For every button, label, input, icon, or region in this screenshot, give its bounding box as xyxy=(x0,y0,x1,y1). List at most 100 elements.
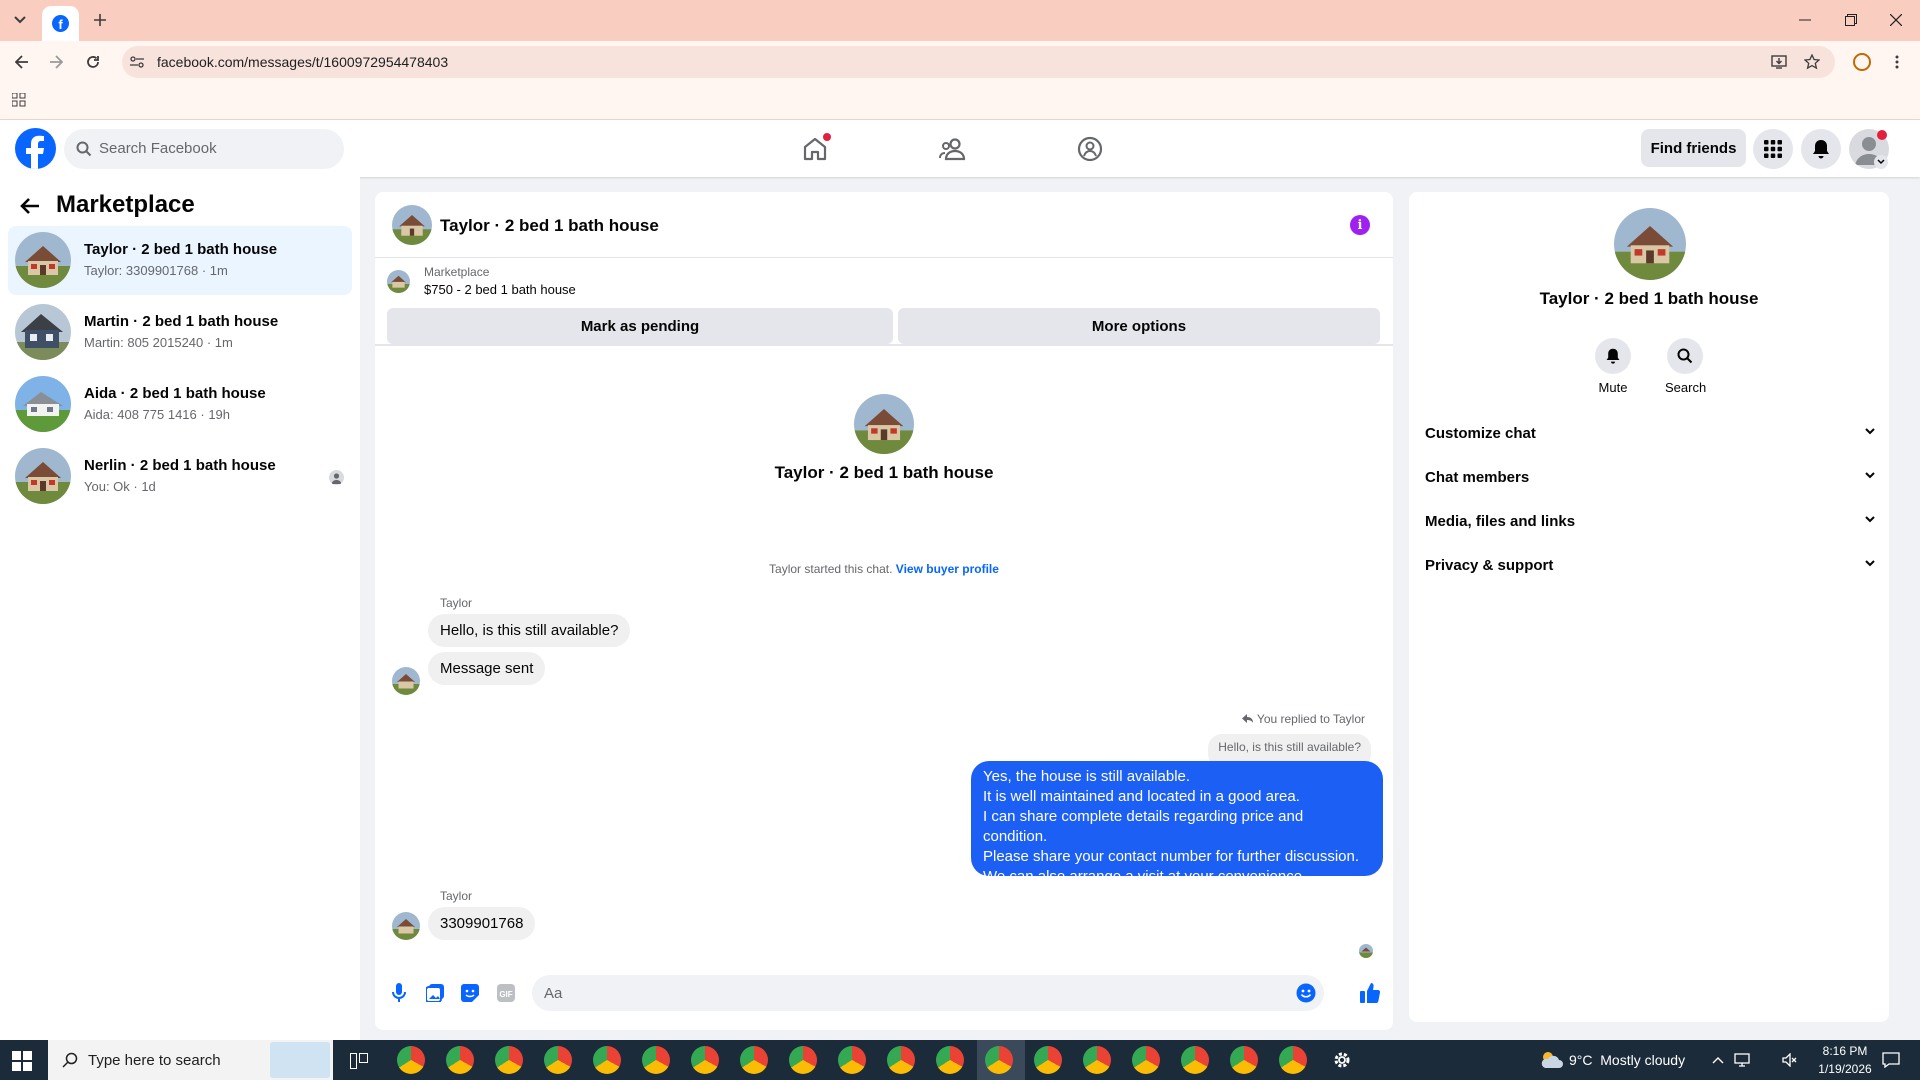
seen-avatar-icon xyxy=(329,470,344,485)
clock-date[interactable]: 1/19/2026 xyxy=(1812,1062,1878,1076)
clock-time[interactable]: 8:16 PM xyxy=(1812,1044,1878,1058)
info-icon[interactable]: i xyxy=(1350,215,1370,235)
windows-start-icon[interactable] xyxy=(10,1049,34,1073)
accordion-media-files-links[interactable]: Media, files and links xyxy=(1425,504,1875,540)
conversation-item-taylor[interactable]: Taylor · 2 bed 1 bath house Taylor: 3309… xyxy=(8,226,352,295)
gif-icon[interactable]: GIF xyxy=(495,982,517,1004)
settings-gear-icon[interactable] xyxy=(1330,1048,1354,1072)
install-app-icon[interactable] xyxy=(1770,53,1788,71)
forward-arrow-icon[interactable] xyxy=(46,52,66,72)
restore-icon[interactable] xyxy=(1841,10,1861,30)
chrome-taskbar-icon[interactable] xyxy=(936,1046,964,1074)
chrome-taskbar-icon[interactable] xyxy=(642,1046,670,1074)
search-icon xyxy=(62,1052,78,1068)
url-text: facebook.com/messages/t/1600972954478403 xyxy=(157,54,449,70)
network-icon[interactable] xyxy=(1733,1052,1751,1068)
find-friends-button[interactable]: Find friends xyxy=(1641,129,1746,167)
accordion-customize-chat[interactable]: Customize chat xyxy=(1425,416,1875,452)
read-receipt-avatar xyxy=(1359,944,1373,958)
conversation-item-nerlin[interactable]: Nerlin · 2 bed 1 bath house You: Ok · 1d xyxy=(8,442,352,511)
friends-nav-icon[interactable] xyxy=(938,134,968,164)
show-hidden-icons-chevron[interactable] xyxy=(1710,1052,1726,1068)
search-in-chat-button[interactable]: Search xyxy=(1665,338,1706,398)
mute-label: Mute xyxy=(1598,380,1628,395)
site-info-icon[interactable] xyxy=(128,53,146,71)
menu-grid-button[interactable] xyxy=(1753,129,1793,169)
listing-thumbnail[interactable] xyxy=(387,270,410,293)
conversation-item-martin[interactable]: Martin · 2 bed 1 bath house Martin: 805 … xyxy=(8,298,352,367)
chrome-taskbar-icon[interactable] xyxy=(397,1046,425,1074)
tab-list-chevron-icon[interactable] xyxy=(10,10,30,30)
apps-grid-icon[interactable] xyxy=(11,92,27,108)
profile-icon[interactable] xyxy=(1853,53,1871,71)
accordion-chat-members[interactable]: Chat members xyxy=(1425,460,1875,496)
accordion-privacy-support[interactable]: Privacy & support xyxy=(1425,548,1875,584)
chevron-down-icon xyxy=(1865,428,1875,435)
new-tab-plus-icon[interactable] xyxy=(90,10,110,30)
chat-avatar[interactable] xyxy=(392,205,432,245)
chat-title[interactable]: Taylor · 2 bed 1 bath house xyxy=(440,216,659,236)
chrome-taskbar-icon[interactable] xyxy=(544,1046,572,1074)
chrome-taskbar-icon[interactable] xyxy=(985,1046,1013,1074)
accordion-label: Media, files and links xyxy=(1425,513,1576,530)
details-avatar[interactable] xyxy=(1614,208,1686,280)
accordion-label: Privacy & support xyxy=(1425,557,1554,574)
notification-center-icon[interactable] xyxy=(1880,1050,1902,1070)
bookmark-star-icon[interactable] xyxy=(1803,53,1821,71)
taskbar-search-input[interactable]: Type here to search xyxy=(48,1040,333,1080)
chrome-taskbar-icon[interactable] xyxy=(446,1046,474,1074)
account-chevron-icon[interactable] xyxy=(1874,155,1888,169)
facebook-logo-icon[interactable] xyxy=(15,128,56,169)
back-arrow-icon[interactable] xyxy=(12,52,32,72)
emoji-icon[interactable] xyxy=(1296,983,1316,1003)
listing-source: Marketplace xyxy=(424,265,490,279)
chrome-taskbar-icon[interactable] xyxy=(1230,1046,1258,1074)
back-arrow-icon[interactable] xyxy=(18,194,42,218)
chrome-taskbar-icon[interactable] xyxy=(1034,1046,1062,1074)
chrome-taskbar-icon[interactable] xyxy=(691,1046,719,1074)
chrome-taskbar-icon[interactable] xyxy=(1181,1046,1209,1074)
chrome-taskbar-icon[interactable] xyxy=(1132,1046,1160,1074)
microphone-icon[interactable] xyxy=(388,982,410,1004)
chrome-taskbar-icon[interactable] xyxy=(838,1046,866,1074)
conversation-item-aida[interactable]: Aida · 2 bed 1 bath house Aida: 408 775 … xyxy=(8,370,352,439)
close-window-icon[interactable] xyxy=(1886,10,1906,30)
weather-text[interactable]: 9°C Mostly cloudy xyxy=(1569,1052,1685,1068)
view-buyer-profile-link[interactable]: View buyer profile xyxy=(896,562,999,576)
facebook-favicon-icon: f xyxy=(52,15,69,32)
chrome-taskbar-icon[interactable] xyxy=(887,1046,915,1074)
incoming-message[interactable]: Hello, is this still available? xyxy=(428,614,631,647)
weather-cloud-icon[interactable] xyxy=(1538,1050,1564,1070)
mute-button[interactable]: Mute xyxy=(1593,338,1633,398)
outgoing-message[interactable]: Yes, the house is still available. It is… xyxy=(971,761,1383,885)
reload-icon[interactable] xyxy=(83,52,103,72)
chrome-taskbar-icon[interactable] xyxy=(740,1046,768,1074)
incoming-message[interactable]: Message sent xyxy=(428,652,546,685)
mark-as-pending-button[interactable]: Mark as pending xyxy=(387,308,893,344)
browser-menu-icon[interactable] xyxy=(1888,53,1906,71)
photo-icon[interactable] xyxy=(424,982,446,1004)
groups-nav-icon[interactable] xyxy=(1075,134,1105,164)
chrome-taskbar-icon[interactable] xyxy=(789,1046,817,1074)
task-view-icon[interactable] xyxy=(348,1050,370,1072)
minimize-icon[interactable] xyxy=(1795,10,1815,30)
listing-summary[interactable]: $750 - 2 bed 1 bath house xyxy=(424,282,576,297)
chrome-taskbar-icon[interactable] xyxy=(593,1046,621,1074)
notifications-button[interactable] xyxy=(1801,129,1841,169)
chrome-taskbar-icon[interactable] xyxy=(1279,1046,1307,1074)
conversation-name: Nerlin · 2 bed 1 bath house xyxy=(84,457,276,474)
chrome-taskbar-icon[interactable] xyxy=(495,1046,523,1074)
chat-details-panel: Taylor · 2 bed 1 bath house Mute Search … xyxy=(1409,192,1889,1022)
incoming-message[interactable]: 3309901768 xyxy=(428,907,536,940)
message-input[interactable]: Aa xyxy=(532,975,1324,1011)
facebook-search-input[interactable]: Search Facebook xyxy=(64,129,344,169)
sticker-icon[interactable] xyxy=(459,982,481,1004)
volume-muted-icon[interactable] xyxy=(1781,1052,1799,1068)
browser-tab-facebook[interactable]: f xyxy=(42,6,79,41)
reply-line: I can share complete details regarding p… xyxy=(983,808,1304,845)
more-options-button[interactable]: More options xyxy=(898,308,1380,344)
thumbs-up-icon[interactable] xyxy=(1358,981,1382,1005)
reply-arrow-icon xyxy=(1241,714,1253,723)
chevron-down-icon xyxy=(1865,472,1875,479)
chrome-taskbar-icon[interactable] xyxy=(1083,1046,1111,1074)
